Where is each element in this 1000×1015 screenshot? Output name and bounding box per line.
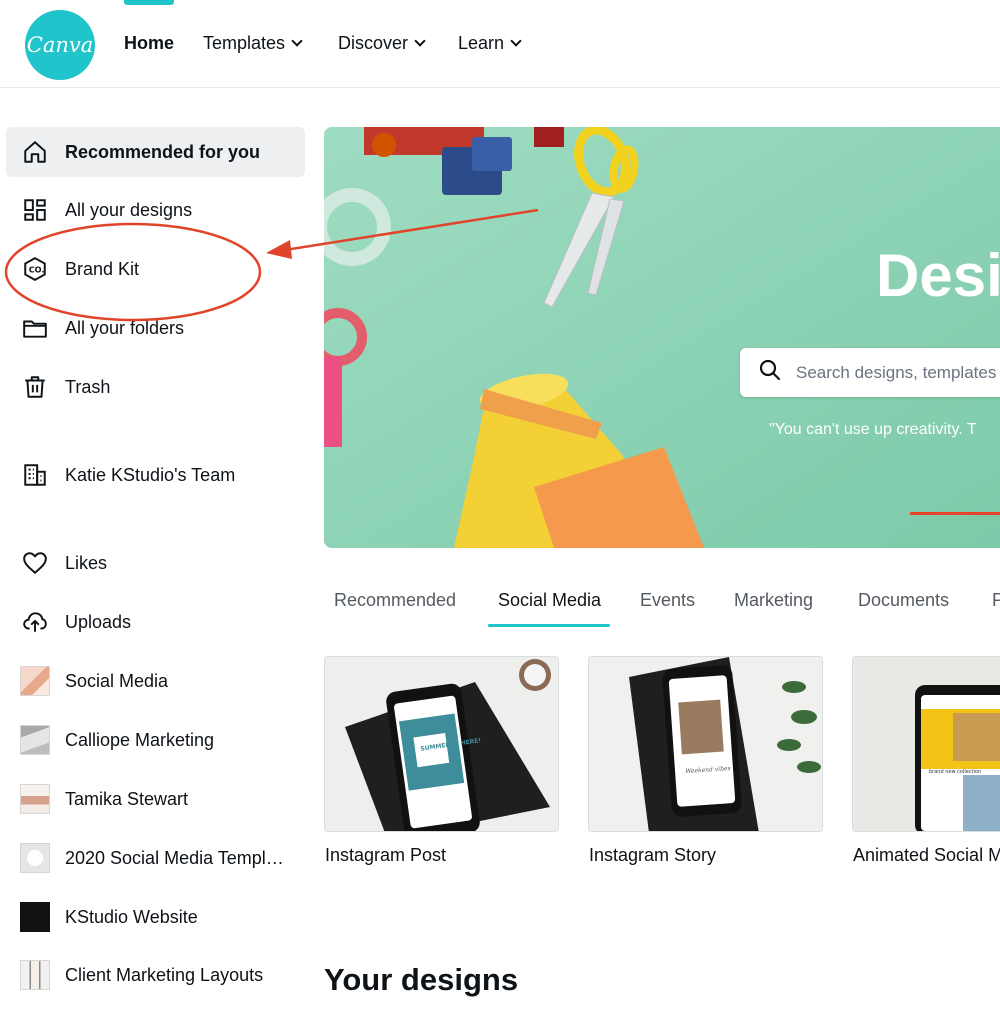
hero-accent-line — [910, 512, 1000, 515]
template-card-animated-social-media[interactable]: brand new collection — [852, 656, 1000, 832]
sidebar-item-label: All your folders — [65, 317, 185, 338]
sidebar-item-label: Tamika Stewart — [65, 788, 189, 809]
tab-documents[interactable]: Documents — [858, 590, 949, 611]
card-label-instagram-post[interactable]: Instagram Post — [325, 845, 446, 866]
your-designs-heading: Your designs — [324, 962, 519, 997]
hero-quote: "You can't use up creativity. T — [769, 421, 977, 438]
card-label-instagram-story[interactable]: Instagram Story — [589, 845, 716, 866]
grid-icon — [20, 195, 50, 225]
canva-logo[interactable]: Canva — [25, 10, 95, 80]
hero-illustration — [324, 127, 1000, 548]
nav-templates[interactable]: Templates — [203, 33, 303, 54]
tab-social-media[interactable]: Social Media — [498, 590, 601, 611]
sidebar-item-folders[interactable]: All your folders — [6, 303, 305, 353]
team-building-icon — [20, 460, 50, 490]
chevron-down-icon — [414, 35, 426, 47]
instagram-post-preview: SUMMER IS HERE! — [325, 657, 558, 831]
folder-icon — [20, 313, 50, 343]
active-tab-underline — [488, 624, 610, 627]
tab-marketing[interactable]: Marketing — [734, 590, 813, 611]
folder-thumbnail — [20, 960, 50, 990]
tab-events[interactable]: Events — [640, 590, 695, 611]
logo-text: Canva — [26, 33, 94, 57]
card-screen-text: brand new collection — [929, 769, 981, 775]
sidebar-item-label: Client Marketing Layouts — [65, 964, 264, 985]
search-icon — [758, 358, 782, 387]
sidebar-item-calliope-marketing[interactable]: Calliope Marketing — [6, 715, 305, 765]
nav-home-label: Home — [124, 33, 175, 53]
sidebar-item-label: 2020 Social Media Templa... — [65, 847, 290, 868]
sidebar-item-label: Uploads — [65, 611, 132, 632]
nav-home[interactable]: Home — [124, 33, 174, 54]
nav-learn[interactable]: Learn — [458, 33, 522, 54]
sidebar-item-2020-social-media-templates[interactable]: 2020 Social Media Templa... — [6, 833, 305, 883]
template-card-instagram-story[interactable]: Weekend vibes — [588, 656, 823, 832]
sidebar-item-social-media[interactable]: Social Media — [6, 656, 305, 706]
nav-learn-label: Learn — [458, 33, 505, 53]
sidebar-item-label: Recommended for you — [65, 141, 261, 162]
svg-text:CO.: CO. — [29, 264, 45, 274]
nav-templates-label: Templates — [203, 33, 286, 53]
sidebar-item-label: Katie KStudio's Team — [65, 464, 236, 485]
trash-icon — [20, 372, 50, 402]
folder-thumbnail — [20, 902, 50, 932]
card-label-animated-social-media[interactable]: Animated Social M — [853, 845, 1000, 866]
sidebar-item-trash[interactable]: Trash — [6, 362, 305, 412]
search-input[interactable] — [794, 361, 1000, 384]
category-tabs: Recommended Social Media Events Marketin… — [324, 580, 1000, 630]
sidebar-item-label: Likes — [65, 552, 108, 573]
brand-kit-icon: CO. — [20, 254, 50, 284]
hero-banner: Desig "You can't use up creativity. T — [324, 127, 1000, 548]
nav-discover-label: Discover — [338, 33, 409, 53]
sidebar-item-label: All your designs — [65, 199, 193, 220]
template-card-instagram-post[interactable]: SUMMER IS HERE! — [324, 656, 559, 832]
tab-recommended[interactable]: Recommended — [334, 590, 456, 611]
folder-thumbnail — [20, 666, 50, 696]
sidebar-item-label: Brand Kit — [65, 258, 140, 279]
sidebar-item-likes[interactable]: Likes — [6, 538, 305, 588]
heart-icon — [20, 548, 50, 578]
folder-thumbnail — [20, 784, 50, 814]
instagram-story-preview: Weekend vibes — [589, 657, 822, 831]
hero-title: Desig — [876, 242, 1000, 309]
top-header: Canva Home Templates Discover Learn — [0, 0, 1000, 88]
chevron-down-icon — [291, 35, 303, 47]
sidebar-item-label: Calliope Marketing — [65, 729, 215, 750]
sidebar-item-client-marketing-layouts[interactable]: Client Marketing Layouts — [6, 950, 305, 1000]
sidebar-item-label: Social Media — [65, 670, 169, 691]
sidebar-item-team[interactable]: Katie KStudio's Team — [6, 450, 305, 500]
sidebar-item-all-designs[interactable]: All your designs — [6, 185, 305, 235]
animated-social-preview: brand new collection — [853, 657, 1000, 831]
sidebar-item-kstudio-website[interactable]: KStudio Website — [6, 892, 305, 942]
sidebar-item-label: KStudio Website — [65, 906, 198, 927]
sidebar: Recommended for you All your designs CO.… — [0, 88, 310, 1015]
sidebar-item-label: Trash — [65, 376, 111, 397]
folder-thumbnail — [20, 843, 50, 873]
nav-discover[interactable]: Discover — [338, 33, 426, 54]
tab-more[interactable]: P — [992, 590, 1000, 611]
folder-thumbnail — [20, 725, 50, 755]
sidebar-item-recommended[interactable]: Recommended for you — [6, 127, 305, 177]
sidebar-item-tamika-stewart[interactable]: Tamika Stewart — [6, 774, 305, 824]
active-nav-indicator — [124, 0, 174, 5]
cloud-upload-icon — [20, 607, 50, 637]
sidebar-item-uploads[interactable]: Uploads — [6, 597, 305, 647]
home-icon — [20, 137, 50, 167]
hero-search-bar[interactable] — [740, 348, 1000, 397]
sidebar-item-brand-kit[interactable]: CO. Brand Kit — [6, 244, 305, 294]
chevron-down-icon — [510, 35, 522, 47]
